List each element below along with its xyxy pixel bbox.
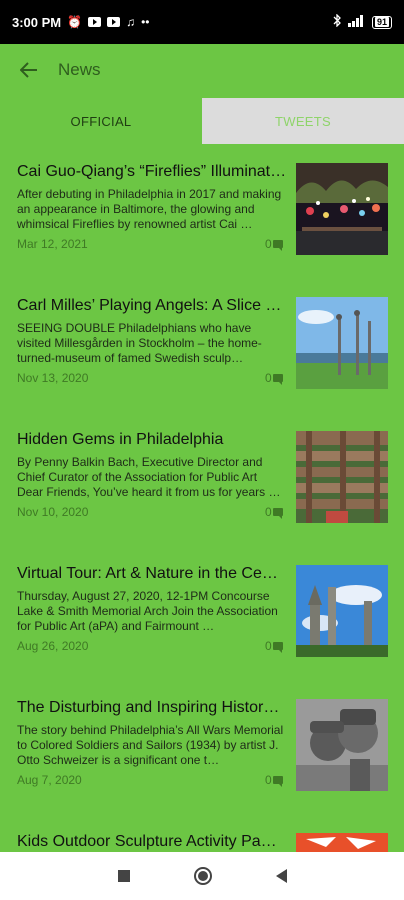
- news-title: Kids Outdoor Sculpture Activity Pa…: [17, 833, 277, 850]
- back-arrow-icon[interactable]: [14, 55, 44, 85]
- comment-count: 0: [265, 371, 283, 385]
- comment-count: 0: [265, 505, 283, 519]
- youtube-icon: [88, 17, 102, 27]
- bluetooth-icon: [332, 13, 342, 30]
- comment-icon: [272, 240, 283, 251]
- news-description: SEEING DOUBLE Philadelphians who have vi…: [17, 321, 262, 365]
- news-title: Hidden Gems in Philadelphia: [17, 431, 224, 448]
- comment-count: 0: [265, 773, 283, 787]
- news-thumbnail: [296, 163, 388, 255]
- more-dots-icon: ••: [141, 15, 150, 29]
- status-bar: 3:00 PM ⏰ ♫ •• 91: [0, 0, 404, 44]
- back-icon[interactable]: [275, 869, 287, 883]
- comment-count-value: 0: [265, 639, 272, 653]
- comment-icon: [272, 642, 283, 653]
- news-description: Thursday, August 27, 2020, 12-1PM Concou…: [17, 589, 278, 633]
- news-description: By Penny Balkin Bach, Executive Director…: [17, 455, 281, 499]
- news-title: Virtual Tour: Art & Nature in the Ce…: [17, 565, 278, 582]
- news-item[interactable]: The Disturbing and Inspiring Histor… The…: [0, 699, 404, 833]
- music-note-icon: ♫: [126, 15, 136, 29]
- news-thumbnail: [296, 833, 388, 852]
- comment-count-value: 0: [265, 505, 272, 519]
- news-date: Aug 26, 2020: [17, 639, 89, 653]
- news-item[interactable]: Hidden Gems in Philadelphia By Penny Bal…: [0, 431, 404, 565]
- news-date: Nov 13, 2020: [17, 371, 89, 385]
- comment-icon: [272, 374, 283, 385]
- news-date: Mar 12, 2021: [17, 237, 88, 251]
- tab-bar: OFFICIAL TWEETS: [0, 98, 404, 144]
- status-time: 3:00 PM: [12, 14, 62, 30]
- comment-count: 0: [265, 237, 283, 251]
- comment-icon: [272, 776, 283, 787]
- news-item[interactable]: Kids Outdoor Sculpture Activity Pa…: [0, 833, 404, 852]
- battery-level: 91: [374, 17, 389, 27]
- comment-count-value: 0: [265, 237, 272, 251]
- youtube-icon-2: [107, 17, 121, 27]
- comment-count: 0: [265, 639, 283, 653]
- home-icon[interactable]: [193, 867, 212, 885]
- news-thumbnail: [296, 699, 388, 791]
- tab-tweets[interactable]: TWEETS: [202, 98, 404, 144]
- news-title: Cai Guo-Qiang’s “Fireflies” Illuminat…: [17, 163, 287, 180]
- news-date: Nov 10, 2020: [17, 505, 89, 519]
- page-title: News: [58, 60, 101, 79]
- system-nav-bar: [0, 852, 404, 900]
- app-bar: News: [0, 44, 404, 96]
- comment-count-value: 0: [265, 371, 272, 385]
- signal-icon: [347, 14, 366, 30]
- news-thumbnail: [296, 565, 388, 657]
- comment-icon: [272, 508, 283, 519]
- news-title: Carl Milles’ Playing Angels: A Slice …: [17, 297, 282, 314]
- news-thumbnail: [296, 297, 388, 389]
- news-item[interactable]: Virtual Tour: Art & Nature in the Ce… Th…: [0, 565, 404, 699]
- battery-icon: 91: [371, 15, 392, 29]
- tab-official[interactable]: OFFICIAL: [0, 98, 202, 144]
- news-thumbnail: [296, 431, 388, 523]
- alarm-icon: ⏰: [67, 15, 83, 29]
- comment-count-value: 0: [265, 773, 272, 787]
- news-item[interactable]: Cai Guo-Qiang’s “Fireflies” Illuminat… A…: [0, 163, 404, 297]
- news-item[interactable]: Carl Milles’ Playing Angels: A Slice … S…: [0, 297, 404, 431]
- recent-apps-icon[interactable]: [117, 870, 130, 882]
- news-date: Aug 7, 2020: [17, 773, 82, 787]
- news-description: The story behind Philadelphia’s All Wars…: [17, 723, 284, 767]
- news-title: The Disturbing and Inspiring Histor…: [17, 699, 280, 716]
- news-description: After debuting in Philadelphia in 2017 a…: [17, 187, 282, 231]
